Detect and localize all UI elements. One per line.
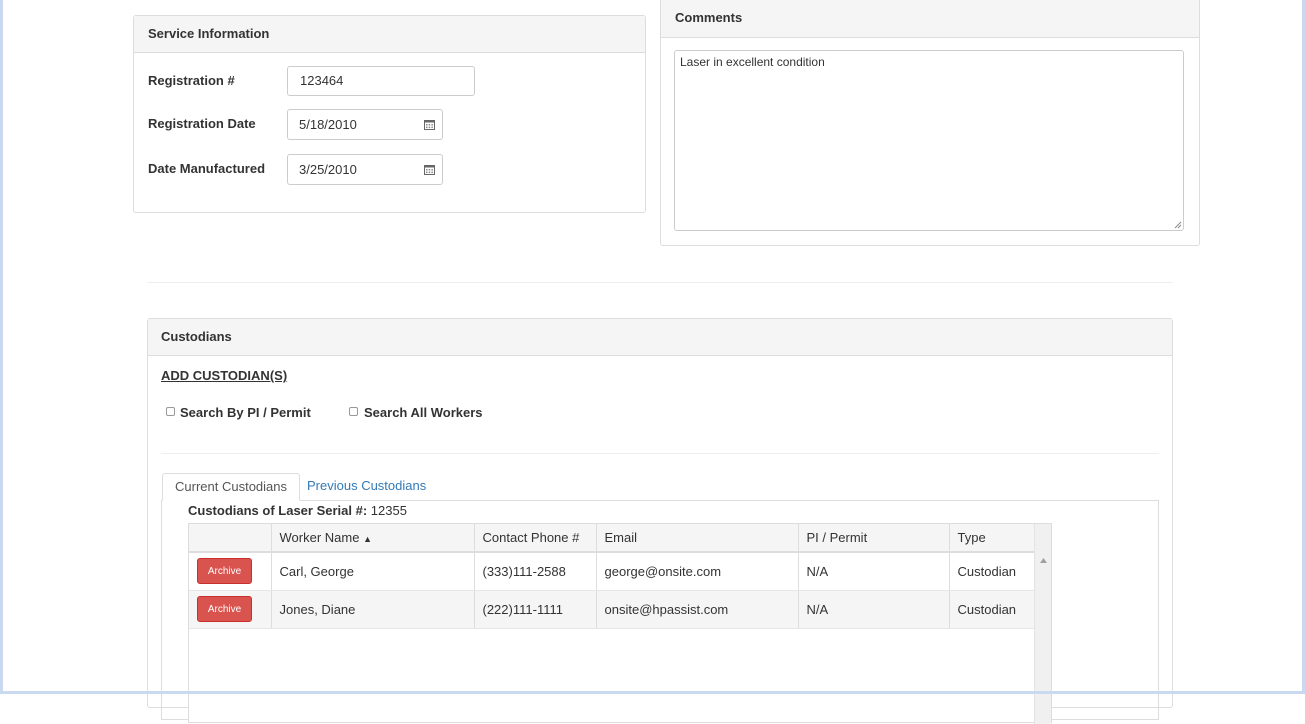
column-header-permit[interactable]: PI / Permit xyxy=(798,524,950,553)
comments-textarea[interactable]: Laser in excellent condition xyxy=(674,50,1184,231)
add-custodians-link[interactable]: ADD CUSTODIAN(S) xyxy=(161,368,287,383)
registration-label: Registration # xyxy=(148,73,235,88)
column-header-actions xyxy=(189,524,272,553)
email-cell: onsite@hpassist.com xyxy=(596,590,799,629)
column-header-phone[interactable]: Contact Phone # xyxy=(474,524,597,553)
comments-panel: Comments Laser in excellent condition xyxy=(660,0,1200,246)
permit-cell: N/A xyxy=(798,552,950,591)
service-information-title: Service Information xyxy=(134,16,645,53)
worker-name-cell: Jones, Diane xyxy=(271,590,475,629)
serial-caption: Custodians of Laser Serial #: 12355 xyxy=(188,503,407,518)
worker-name-header-label: Worker Name xyxy=(279,530,360,545)
column-header-worker-name[interactable]: Worker Name ▲ xyxy=(271,524,475,553)
custodians-divider xyxy=(161,453,1159,454)
column-header-email[interactable]: Email xyxy=(596,524,799,553)
calendar-icon xyxy=(424,120,435,130)
date-manufactured-calendar-button[interactable] xyxy=(417,154,443,185)
date-manufactured-input[interactable]: 3/25/2010 xyxy=(287,154,418,185)
registration-date-label: Registration Date xyxy=(148,116,256,131)
type-cell: Custodian xyxy=(949,552,1034,591)
column-header-type[interactable]: Type xyxy=(949,524,1034,553)
search-by-pi-checkbox[interactable] xyxy=(166,407,175,416)
registration-date-calendar-button[interactable] xyxy=(417,109,443,140)
search-all-workers-checkbox[interactable] xyxy=(349,407,358,416)
table-row: Archive Jones, Diane (222)111-1111 onsit… xyxy=(189,590,1034,629)
worker-name-cell: Carl, George xyxy=(271,552,475,591)
email-cell: george@onsite.com xyxy=(596,552,799,591)
archive-cell: Archive xyxy=(189,590,272,629)
permit-cell: N/A xyxy=(798,590,950,629)
registration-date-input[interactable]: 5/18/2010 xyxy=(287,109,418,140)
archive-cell: Archive xyxy=(189,552,272,591)
search-by-pi-label: Search By PI / Permit xyxy=(180,405,311,420)
comments-title: Comments xyxy=(661,0,1199,38)
registration-input[interactable]: 123464 xyxy=(287,66,475,96)
table-row: Archive Carl, George (333)111-2588 georg… xyxy=(189,552,1034,591)
archive-button[interactable]: Archive xyxy=(197,558,252,585)
scroll-up-arrow-icon[interactable] xyxy=(1040,558,1047,563)
phone-cell: (333)111-2588 xyxy=(474,552,597,591)
serial-value: 12355 xyxy=(370,503,407,518)
type-cell: Custodian xyxy=(949,590,1034,629)
service-information-panel: Service Information Registration # 12346… xyxy=(133,15,646,213)
table-header-row: Worker Name ▲ Contact Phone # Email PI /… xyxy=(189,524,1034,553)
custodians-title: Custodians xyxy=(148,319,1172,356)
grid-scrollbar[interactable] xyxy=(1034,524,1051,724)
date-manufactured-label: Date Manufactured xyxy=(148,161,266,176)
tab-previous-custodians[interactable]: Previous Custodians xyxy=(295,473,438,501)
comments-text: Laser in excellent condition xyxy=(680,55,825,69)
tab-current-custodians[interactable]: Current Custodians xyxy=(162,473,300,501)
serial-label: Custodians of Laser Serial #: xyxy=(188,503,368,518)
custodians-grid: Worker Name ▲ Contact Phone # Email PI /… xyxy=(188,523,1052,724)
archive-button[interactable]: Archive xyxy=(197,596,252,622)
custodians-panel: Custodians ADD CUSTODIAN(S) Search By PI… xyxy=(147,318,1173,724)
calendar-icon xyxy=(424,165,435,175)
custodians-table: Worker Name ▲ Contact Phone # Email PI /… xyxy=(189,524,1034,629)
phone-cell: (222)111-1111 xyxy=(474,590,597,629)
sort-ascending-icon: ▲ xyxy=(363,534,372,544)
section-divider xyxy=(147,282,1173,283)
search-all-workers-label: Search All Workers xyxy=(364,405,483,420)
resize-handle-icon[interactable] xyxy=(1174,221,1182,229)
